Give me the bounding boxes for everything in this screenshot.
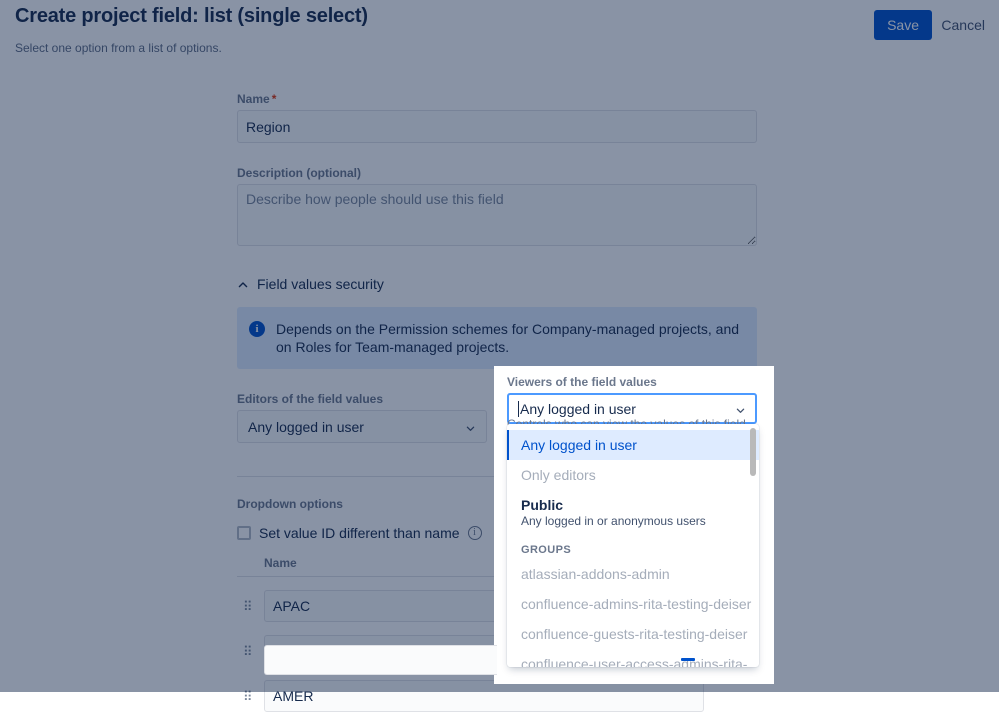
set-value-id-label: Set value ID different than name [259, 525, 460, 541]
chevron-up-icon [237, 278, 249, 290]
drag-handle-icon[interactable]: ⠿ [237, 646, 264, 657]
permission-info-banner: i Depends on the Permission schemes for … [237, 307, 757, 369]
section-title: Field values security [257, 276, 384, 292]
name-label-text: Name [237, 92, 270, 106]
editors-label: Editors of the field values [237, 392, 487, 406]
table-row: ⠿ [237, 680, 758, 712]
editors-select-value: Any logged in user [248, 419, 364, 435]
spacer [237, 143, 758, 166]
viewers-options-menu[interactable]: Any logged in user Only editors Public A… [507, 424, 759, 667]
menu-option-only-editors: Only editors [507, 460, 759, 490]
menu-option-label: Only editors [521, 467, 745, 483]
set-value-id-checkbox[interactable] [237, 526, 251, 540]
description-textarea[interactable] [237, 184, 757, 246]
menu-group-option[interactable]: atlassian-addons-admin [507, 559, 759, 589]
name-input[interactable] [237, 110, 757, 143]
menu-option-sublabel: Any logged in or anonymous users [521, 514, 745, 528]
page-subtitle: Select one option from a list of options… [15, 41, 222, 55]
drag-handle-icon[interactable]: ⠿ [237, 601, 264, 612]
save-button[interactable]: Save [874, 10, 932, 40]
option-row-input-sliver [264, 645, 497, 675]
menu-option-label: Public [521, 497, 745, 513]
text-caret [518, 401, 519, 417]
page-title: Create project field: list (single selec… [15, 5, 368, 28]
name-label: Name* [237, 92, 758, 106]
menu-group-option[interactable]: confluence-guests-rita-testing-deiser [507, 619, 759, 649]
chevron-down-icon [735, 403, 746, 414]
info-icon: i [249, 321, 265, 337]
menu-option-any-logged-in-user[interactable]: Any logged in user [507, 430, 759, 460]
menu-option-label: Any logged in user [521, 437, 745, 453]
menu-scrollbar-thumb[interactable] [750, 428, 756, 476]
menu-option-public[interactable]: Public Any logged in or anonymous users [507, 490, 759, 535]
viewers-select-text: Any logged in user [520, 401, 636, 417]
editors-select[interactable]: Any logged in user [237, 410, 487, 443]
menu-group-option[interactable]: confluence-user-access-admins-rita- [507, 649, 759, 667]
focus-indicator-sliver [681, 658, 695, 661]
info-banner-text: Depends on the Permission schemes for Co… [276, 320, 743, 356]
option-name-input[interactable] [264, 680, 704, 712]
description-label: Description (optional) [237, 166, 758, 180]
chevron-down-icon [465, 421, 476, 432]
page-header: Create project field: list (single selec… [0, 0, 999, 60]
drag-handle-icon[interactable]: ⠿ [237, 691, 264, 702]
field-values-security-toggle[interactable]: Field values security [237, 276, 758, 292]
groups-section-header: GROUPS [507, 535, 759, 559]
info-tooltip-icon[interactable]: i [468, 526, 482, 540]
viewers-label: Viewers of the field values [507, 375, 762, 389]
cancel-button[interactable]: Cancel [932, 10, 994, 40]
viewers-select-value: Any logged in user [518, 401, 636, 417]
required-asterisk: * [272, 92, 277, 106]
editors-field: Editors of the field values Any logged i… [237, 392, 487, 443]
menu-group-option[interactable]: confluence-admins-rita-testing-deiser [507, 589, 759, 619]
column-header-name: Name [264, 556, 297, 570]
